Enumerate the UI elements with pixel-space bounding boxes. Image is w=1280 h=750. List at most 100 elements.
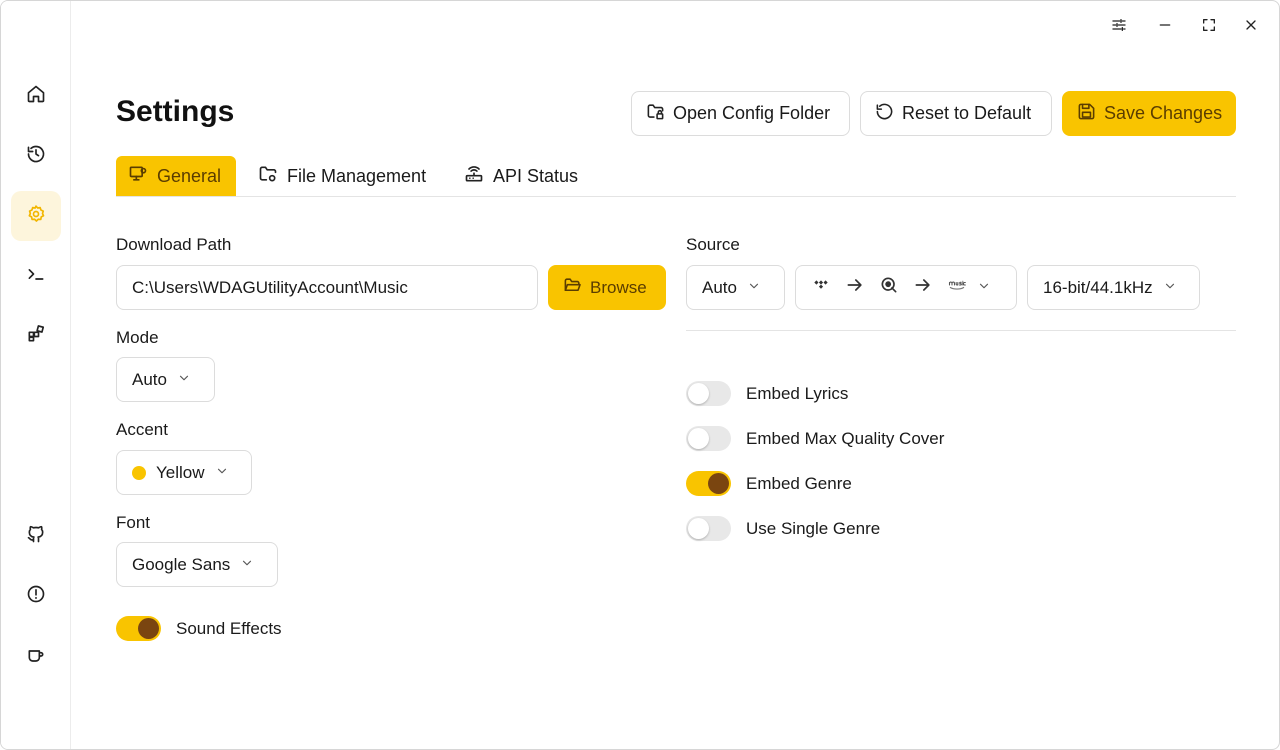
folder-open-icon <box>563 276 582 300</box>
reset-to-default-button[interactable]: Reset to Default <box>860 91 1052 136</box>
sound-effects-row: Sound Effects <box>116 616 282 641</box>
open-config-folder-label: Open Config Folder <box>673 103 831 123</box>
download-path-label: Download Path <box>116 235 232 254</box>
alert-icon <box>26 584 46 609</box>
chevron-down-icon <box>747 278 761 298</box>
reset-icon <box>875 102 894 126</box>
toggle-knob <box>688 518 709 539</box>
embed-max-quality-cover-toggle[interactable] <box>686 426 731 451</box>
monitor-settings-icon <box>128 164 148 189</box>
qobuz-icon <box>879 275 899 300</box>
sliders-icon <box>1111 17 1127 38</box>
toggle-knob <box>708 473 729 494</box>
embed-lyrics-row: Embed Lyrics <box>686 381 848 406</box>
open-config-folder-button[interactable]: Open Config Folder <box>631 91 850 136</box>
source-divider <box>686 330 1236 331</box>
font-label: Font <box>116 513 151 532</box>
quality-value: 16-bit/44.1kHz <box>1043 277 1153 297</box>
toggle-knob <box>688 428 709 449</box>
download-path-input[interactable]: C:\Users\WDAGUtilityAccount\Music <box>116 265 538 310</box>
source-mode-value: Auto <box>702 277 737 297</box>
minimize-button[interactable] <box>1151 13 1179 41</box>
sidebar <box>1 1 71 749</box>
embed-lyrics-toggle[interactable] <box>686 381 731 406</box>
sound-effects-toggle[interactable] <box>116 616 161 641</box>
browse-button[interactable]: Browse <box>548 265 666 310</box>
use-single-genre-row: Use Single Genre <box>686 516 880 541</box>
sidebar-item-github[interactable] <box>11 511 61 561</box>
embed-genre-toggle[interactable] <box>686 471 731 496</box>
toggle-knob <box>688 383 709 404</box>
arrow-right-icon <box>845 275 865 300</box>
sidebar-item-history[interactable] <box>11 131 61 181</box>
accent-color-swatch <box>132 465 146 480</box>
toggle-knob <box>138 618 159 639</box>
sidebar-item-settings[interactable] <box>11 191 61 241</box>
embed-lyrics-label: Embed Lyrics <box>746 383 849 403</box>
accent-label: Accent <box>116 420 168 439</box>
app-window: Settings Open Config Folder Reset to Def… <box>0 0 1280 750</box>
router-icon <box>464 164 484 189</box>
save-icon <box>1077 102 1096 126</box>
chevron-down-icon <box>1163 278 1177 298</box>
chevron-down-icon <box>240 555 254 575</box>
accent-value: Yellow <box>156 462 205 482</box>
use-single-genre-toggle[interactable] <box>686 516 731 541</box>
arrow-right-icon <box>913 275 933 300</box>
sliders-button[interactable] <box>1105 13 1133 41</box>
close-button[interactable] <box>1237 13 1265 41</box>
source-mode-select[interactable]: Auto <box>686 265 785 310</box>
browse-label: Browse <box>590 277 647 297</box>
home-icon <box>26 84 46 109</box>
sidebar-item-alert[interactable] <box>11 571 61 621</box>
accent-select[interactable]: Yellow <box>116 450 252 495</box>
embed-genre-row: Embed Genre <box>686 471 852 496</box>
tab-general-label: General <box>157 165 222 186</box>
save-changes-button[interactable]: Save Changes <box>1062 91 1236 136</box>
mode-value: Auto <box>132 369 167 389</box>
folder-settings-icon <box>258 164 278 189</box>
tab-api-status-label: API Status <box>493 165 579 186</box>
chevron-down-icon <box>977 278 991 298</box>
tab-file-management-label: File Management <box>287 165 427 186</box>
service-order <box>811 275 967 300</box>
chevron-down-icon <box>215 463 229 483</box>
sidebar-item-coffee[interactable] <box>11 633 61 683</box>
history-icon <box>26 144 46 169</box>
mode-select[interactable]: Auto <box>116 357 215 402</box>
sidebar-item-terminal[interactable] <box>11 251 61 301</box>
maximize-icon <box>1201 17 1217 38</box>
quality-select[interactable]: 16-bit/44.1kHz <box>1027 265 1200 310</box>
use-single-genre-label: Use Single Genre <box>746 518 881 538</box>
save-changes-label: Save Changes <box>1104 103 1223 123</box>
terminal-icon <box>26 264 46 289</box>
amazon-music-icon <box>947 275 967 300</box>
sidebar-item-home[interactable] <box>11 71 61 121</box>
tidal-icon <box>811 275 831 300</box>
sidebar-item-apps[interactable] <box>11 311 61 361</box>
sound-effects-label: Sound Effects <box>176 618 282 638</box>
close-icon <box>1243 17 1259 38</box>
tab-api-status[interactable]: API Status <box>452 156 590 196</box>
minimize-icon <box>1157 17 1173 38</box>
font-select[interactable]: Google Sans <box>116 542 278 587</box>
reset-label: Reset to Default <box>902 103 1032 123</box>
embed-genre-label: Embed Genre <box>746 473 852 493</box>
folder-lock-icon <box>646 102 665 126</box>
page-title: Settings <box>116 95 235 128</box>
tabs-divider <box>116 196 1236 197</box>
github-icon <box>26 524 46 549</box>
source-label: Source <box>686 235 740 254</box>
chevron-down-icon <box>177 370 191 390</box>
apps-icon <box>26 324 46 349</box>
settings-icon <box>26 204 46 229</box>
embed-max-quality-cover-row: Embed Max Quality Cover <box>686 426 944 451</box>
embed-max-quality-cover-label: Embed Max Quality Cover <box>746 428 945 448</box>
service-order-select[interactable] <box>795 265 1017 310</box>
tab-general[interactable]: General <box>116 156 236 196</box>
coffee-icon <box>26 646 46 671</box>
mode-label: Mode <box>116 328 159 347</box>
font-value: Google Sans <box>132 554 231 574</box>
tab-file-management[interactable]: File Management <box>246 156 438 196</box>
maximize-button[interactable] <box>1195 13 1223 41</box>
